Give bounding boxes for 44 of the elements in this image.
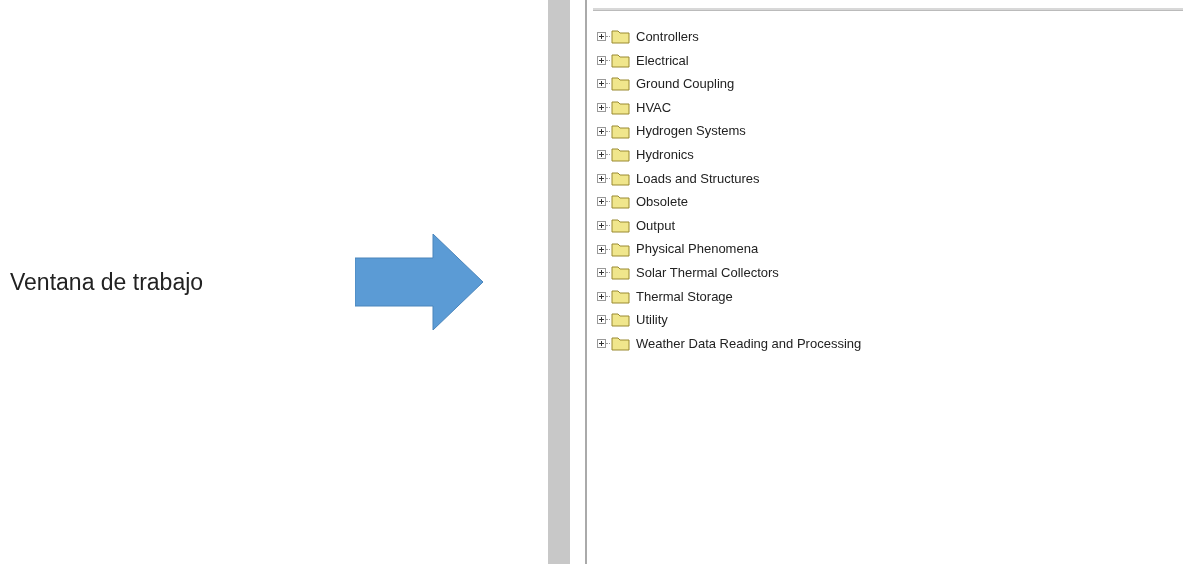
- tree-item[interactable]: Weather Data Reading and Processing: [636, 333, 862, 354]
- arrow-icon: [355, 234, 485, 330]
- expand-toggle[interactable]: [597, 79, 606, 89]
- folder-icon: [611, 194, 630, 210]
- folder-icon: [611, 52, 630, 68]
- expand-toggle[interactable]: [597, 244, 606, 254]
- folder-icon: [611, 336, 630, 351]
- folder-icon: [611, 147, 630, 163]
- folder-icon: [611, 265, 630, 281]
- expand-toggle[interactable]: [597, 32, 606, 42]
- folder-icon: [611, 288, 630, 304]
- folder-icon: [611, 123, 630, 139]
- expand-toggle[interactable]: [597, 173, 606, 183]
- expand-toggle[interactable]: [597, 291, 606, 301]
- expand-toggle[interactable]: [597, 55, 606, 65]
- folder-icon: [611, 29, 630, 45]
- tree-item[interactable]: Loads and Structures: [636, 168, 760, 189]
- tree-item[interactable]: Physical Phenomena: [636, 239, 759, 259]
- folder-icon: [611, 76, 630, 92]
- caption: Ventana de trabajo: [10, 267, 204, 297]
- tree-item[interactable]: Hydrogen Systems: [636, 121, 746, 141]
- expand-toggle[interactable]: [597, 221, 606, 231]
- tree-item[interactable]: HVAC: [636, 97, 672, 118]
- folder-icon: [611, 100, 630, 116]
- expand-toggle[interactable]: [597, 339, 606, 348]
- tree-item[interactable]: Utility: [636, 310, 668, 330]
- expand-toggle[interactable]: [597, 197, 606, 207]
- tree-item[interactable]: Electrical: [636, 50, 689, 71]
- tree-item[interactable]: Obsolete: [636, 192, 689, 212]
- tree-item[interactable]: Controllers: [636, 27, 699, 47]
- folder-icon: [611, 241, 630, 257]
- expand-toggle[interactable]: [597, 150, 606, 160]
- expand-toggle[interactable]: [597, 126, 606, 136]
- folder-icon: [611, 218, 630, 234]
- expand-toggle[interactable]: [597, 103, 606, 113]
- folder-icon: [611, 170, 630, 186]
- tree-item[interactable]: Hydronics: [636, 145, 694, 165]
- tree-item[interactable]: Ground Coupling: [636, 74, 735, 94]
- tree-item[interactable]: Solar Thermal Collectors: [636, 263, 779, 283]
- tree-item[interactable]: Thermal Storage: [636, 286, 733, 307]
- expand-toggle[interactable]: [597, 268, 606, 278]
- expand-toggle[interactable]: [597, 315, 606, 325]
- folder-icon: [611, 312, 630, 328]
- tree-item[interactable]: Output: [636, 215, 676, 236]
